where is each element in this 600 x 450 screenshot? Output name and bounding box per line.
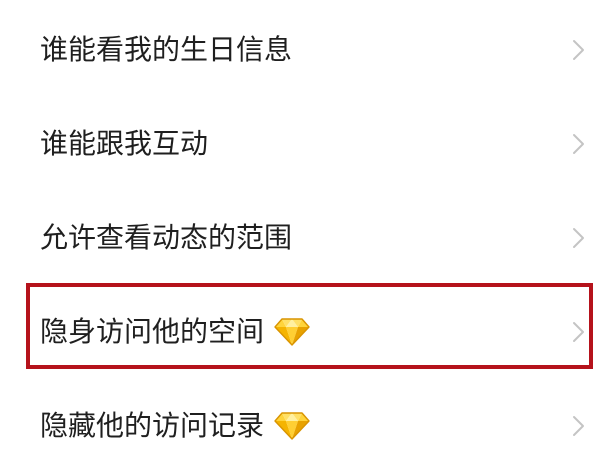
settings-item-who-can-interact[interactable]: 谁能跟我互动	[0, 97, 600, 191]
settings-item-label: 谁能跟我互动	[40, 128, 209, 159]
settings-item-moments-visibility-range[interactable]: 允许查看动态的范围	[0, 191, 600, 285]
chevron-right-icon	[572, 415, 586, 437]
chevron-right-icon	[572, 321, 586, 343]
settings-item-label: 谁能看我的生日信息	[40, 34, 293, 65]
settings-item-label: 隐藏他的访问记录	[40, 410, 265, 441]
chevron-right-icon	[572, 39, 586, 61]
settings-item-content: 隐身访问他的空间	[40, 315, 586, 349]
settings-item-content: 谁能跟我互动	[40, 127, 586, 161]
settings-item-hide-visit-record[interactable]: 隐藏他的访问记录	[0, 379, 600, 450]
settings-item-content: 允许查看动态的范围	[40, 221, 586, 255]
settings-item-who-can-see-birthday[interactable]: 谁能看我的生日信息	[0, 3, 600, 97]
diamond-icon	[274, 317, 310, 347]
chevron-right-icon	[572, 227, 586, 249]
diamond-icon	[274, 411, 310, 441]
settings-item-label: 允许查看动态的范围	[40, 222, 293, 253]
settings-screen: 谁能看我的生日信息 谁能跟我互动 允许查看动态的范围 隐身访问他的空间 隐藏他的…	[0, 0, 600, 450]
chevron-right-icon	[572, 133, 586, 155]
settings-item-label: 隐身访问他的空间	[40, 316, 265, 347]
settings-item-invisible-visit[interactable]: 隐身访问他的空间	[0, 285, 600, 379]
settings-list: 谁能看我的生日信息 谁能跟我互动 允许查看动态的范围 隐身访问他的空间 隐藏他的…	[0, 3, 600, 450]
settings-item-content: 隐藏他的访问记录	[40, 409, 586, 443]
settings-item-content: 谁能看我的生日信息	[40, 33, 586, 67]
